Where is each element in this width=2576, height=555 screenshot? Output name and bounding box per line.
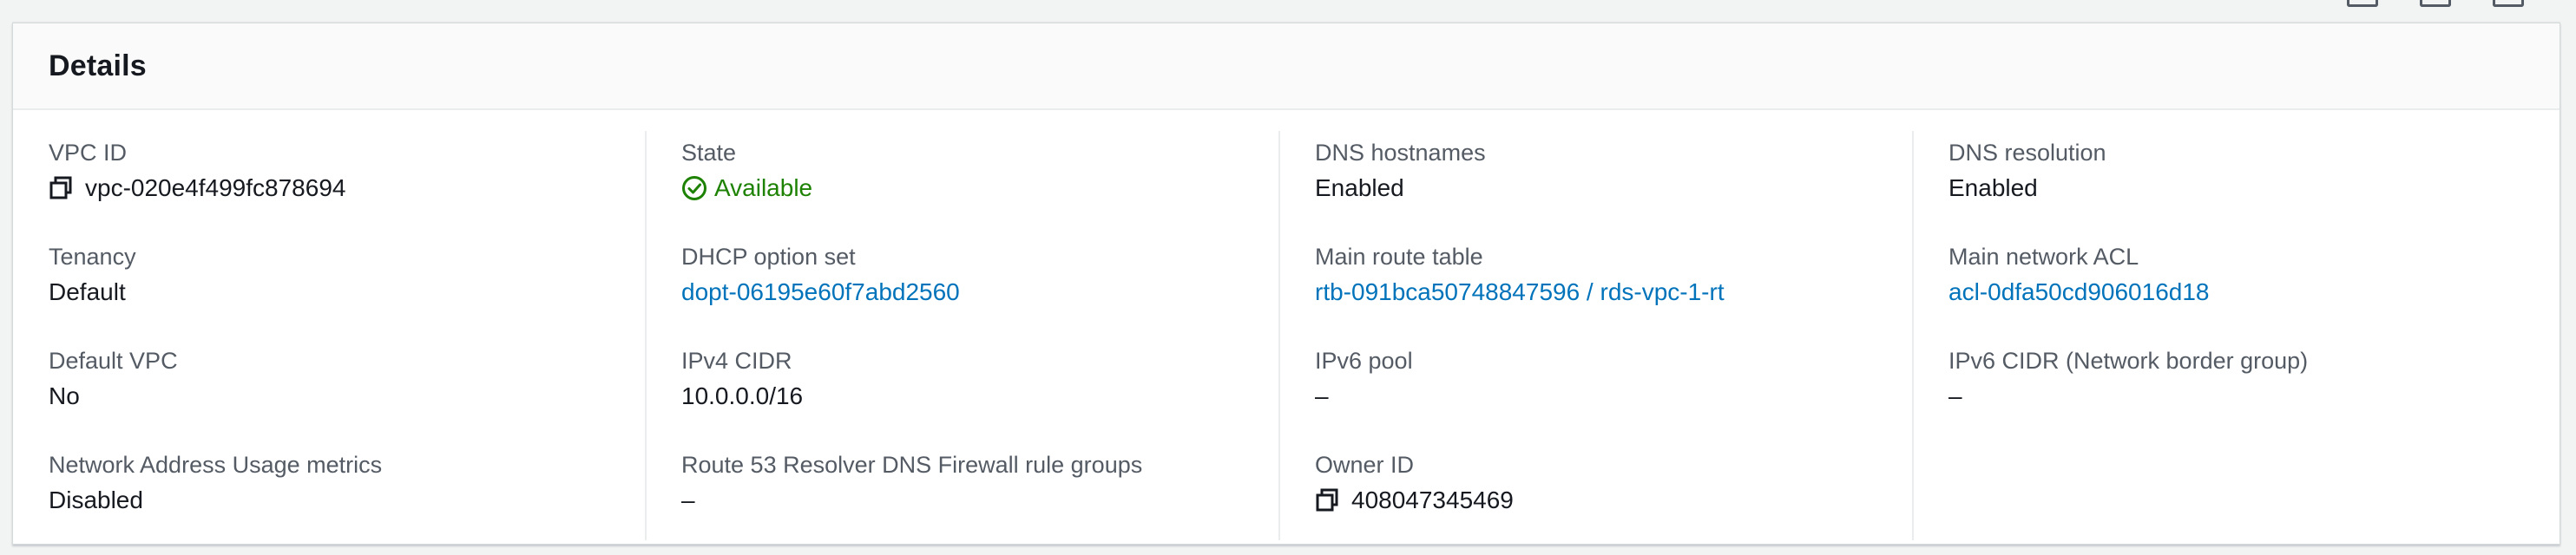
field-tenancy: Tenancy Default xyxy=(49,240,647,344)
panel-header: Details xyxy=(13,23,2560,110)
field-route53-firewall-rule-groups: Route 53 Resolver DNS Firewall rule grou… xyxy=(681,448,1280,552)
field-label: IPv6 CIDR (Network border group) xyxy=(1948,348,2309,374)
field-dns-hostnames: DNS hostnames Enabled xyxy=(1315,136,1914,240)
owner-id-value: 408047345469 xyxy=(1351,486,1514,513)
field-ipv4-cidr: IPv4 CIDR 10.0.0.0/16 xyxy=(681,344,1280,448)
details-column-3: DNS hostnames Enabled Main route table r… xyxy=(1280,110,1914,544)
check-circle-icon xyxy=(682,176,706,200)
toolbar-icon-3[interactable] xyxy=(2493,0,2524,7)
field-label: DNS hostnames xyxy=(1315,140,1486,166)
field-label: Main network ACL xyxy=(1948,244,2139,270)
field-label: Tenancy xyxy=(49,244,136,270)
details-panel: Details VPC ID vpc-020e4f499fc878694 Ten… xyxy=(12,23,2560,545)
field-label: Main route table xyxy=(1315,244,1483,270)
field-dns-resolution: DNS resolution Enabled xyxy=(1948,136,2547,240)
field-main-network-acl: Main network ACL acl-0dfa50cd906016d18 xyxy=(1948,240,2547,344)
field-ipv6-cidr: IPv6 CIDR (Network border group) – xyxy=(1948,344,2547,448)
state-value: Available xyxy=(714,174,813,201)
copy-icon[interactable] xyxy=(1315,488,1339,513)
details-column-1: VPC ID vpc-020e4f499fc878694 Tenancy Def… xyxy=(13,110,647,544)
field-state: State Available xyxy=(681,136,1280,240)
field-vpc-id: VPC ID vpc-020e4f499fc878694 xyxy=(49,136,647,240)
main-route-table-link[interactable]: rtb-091bca50748847596 / rds-vpc-1-rt xyxy=(1315,273,1914,311)
field-value: Disabled xyxy=(49,486,143,513)
top-toolbar-icons xyxy=(2347,0,2524,7)
field-network-address-usage-metrics: Network Address Usage metrics Disabled xyxy=(49,448,647,552)
details-columns: VPC ID vpc-020e4f499fc878694 Tenancy Def… xyxy=(13,110,2560,544)
field-value: 408047345469 xyxy=(1315,481,1914,519)
field-label: IPv6 pool xyxy=(1315,348,1413,374)
field-dhcp-option-set: DHCP option set dopt-06195e60f7abd2560 xyxy=(681,240,1280,344)
field-value: – xyxy=(1315,382,1329,409)
status-badge: Available xyxy=(681,169,1280,207)
copy-icon[interactable] xyxy=(49,176,73,200)
field-label: DNS resolution xyxy=(1948,140,2106,166)
field-label: Network Address Usage metrics xyxy=(49,452,383,478)
details-column-2: State Available DHCP option set dopt-061… xyxy=(647,110,1280,544)
field-value: 10.0.0.0/16 xyxy=(681,382,804,409)
field-value: Enabled xyxy=(1315,174,1404,201)
field-ipv6-pool: IPv6 pool – xyxy=(1315,344,1914,448)
field-label: DHCP option set xyxy=(681,244,856,270)
field-owner-id: Owner ID 408047345469 xyxy=(1315,448,1914,552)
field-label: Owner ID xyxy=(1315,452,1415,478)
field-label: Route 53 Resolver DNS Firewall rule grou… xyxy=(681,452,1143,478)
field-main-route-table: Main route table rtb-091bca50748847596 /… xyxy=(1315,240,1914,344)
field-value: No xyxy=(49,382,80,409)
field-value: – xyxy=(1948,382,1962,409)
toolbar-icon-1[interactable] xyxy=(2347,0,2378,7)
dhcp-option-set-link[interactable]: dopt-06195e60f7abd2560 xyxy=(681,273,1280,311)
field-value: vpc-020e4f499fc878694 xyxy=(49,169,647,207)
field-label: IPv4 CIDR xyxy=(681,348,792,374)
field-label: Default VPC xyxy=(49,348,178,374)
field-default-vpc: Default VPC No xyxy=(49,344,647,448)
vpc-id-value: vpc-020e4f499fc878694 xyxy=(85,174,346,201)
field-label: State xyxy=(681,140,737,166)
field-value: – xyxy=(681,486,695,513)
field-label: VPC ID xyxy=(49,140,128,166)
field-value: Enabled xyxy=(1948,174,2038,201)
panel-title: Details xyxy=(49,49,147,82)
field-value: Default xyxy=(49,278,126,305)
details-column-4: DNS resolution Enabled Main network ACL … xyxy=(1914,110,2547,544)
main-network-acl-link[interactable]: acl-0dfa50cd906016d18 xyxy=(1948,273,2547,311)
toolbar-icon-2[interactable] xyxy=(2420,0,2451,7)
